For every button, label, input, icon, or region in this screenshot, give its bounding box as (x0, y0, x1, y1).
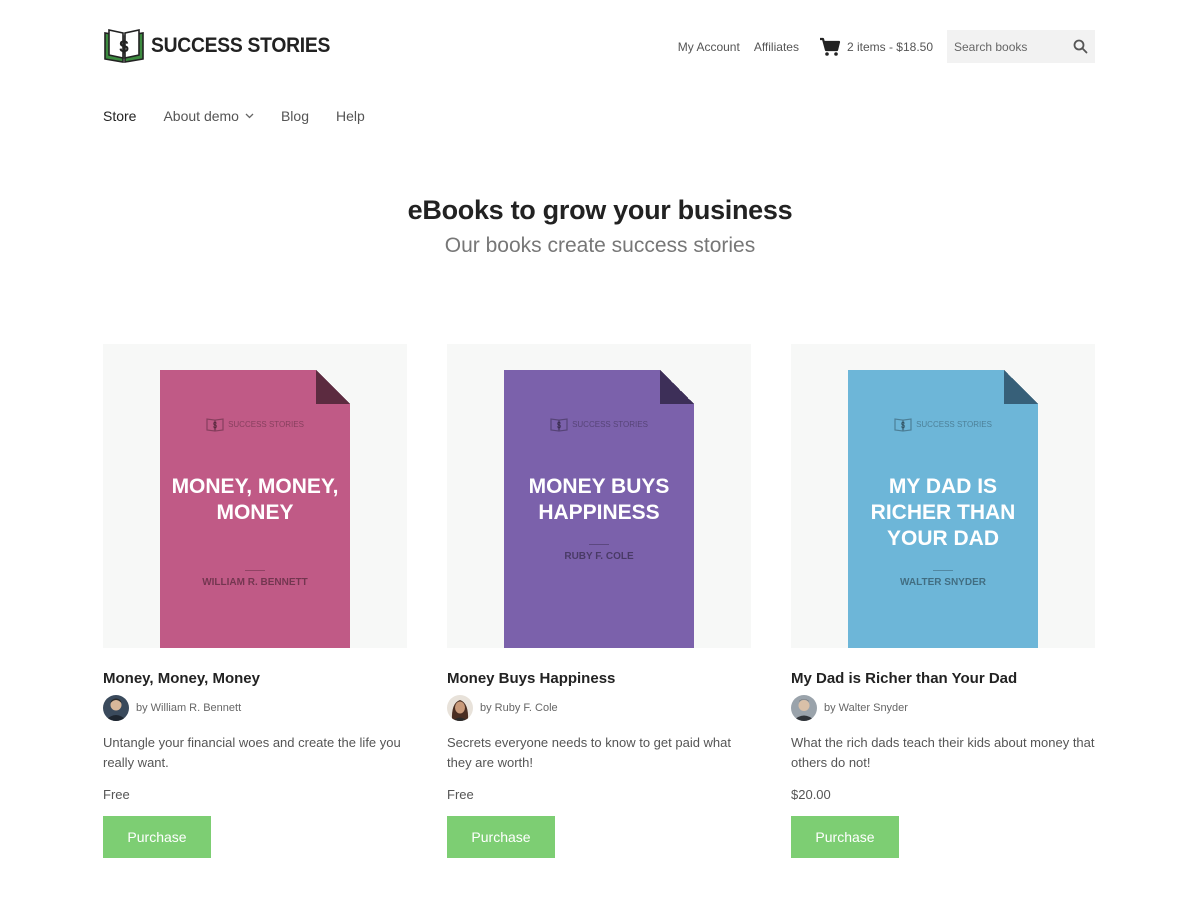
book-cover: $ SUCCESS STORIES MONEY BUYS HAPPINESS R… (504, 370, 694, 648)
book-dollar-icon: $ (894, 418, 912, 432)
cover-brand: $ SUCCESS STORIES (504, 416, 694, 432)
purchase-button[interactable]: Purchase (791, 816, 899, 858)
product-thumbnail[interactable]: $ SUCCESS STORIES MONEY, MONEY, MONEY WI… (103, 344, 407, 648)
product-thumbnail[interactable]: $ SUCCESS STORIES MY DAD IS RICHER THAN … (791, 344, 1095, 648)
brand-name: SUCCESS STORIES (151, 34, 331, 57)
product-card: $ SUCCESS STORIES MY DAD IS RICHER THAN … (791, 344, 1095, 858)
product-title[interactable]: Money Buys Happiness (447, 670, 751, 687)
author-avatar (103, 695, 129, 721)
chevron-down-icon (245, 113, 254, 119)
book-dollar-icon: $ (550, 418, 568, 432)
author-avatar (447, 695, 473, 721)
my-account-link[interactable]: My Account (678, 40, 740, 54)
cover-brand: $ SUCCESS STORIES (848, 416, 1038, 432)
product-thumbnail[interactable]: $ SUCCESS STORIES MONEY BUYS HAPPINESS R… (447, 344, 751, 648)
author-name: by Walter Snyder (824, 702, 908, 714)
cover-title: MONEY BUYS HAPPINESS (528, 475, 670, 524)
nav-store-label: Store (103, 108, 137, 124)
cover-page-fold (660, 370, 694, 404)
cart-summary[interactable]: 2 items - $18.50 (819, 37, 933, 57)
author-line: by William R. Bennett (103, 695, 407, 721)
book-dollar-icon: $ (104, 29, 144, 63)
nav-help[interactable]: Help (336, 108, 365, 124)
nav-store[interactable]: Store (103, 108, 136, 124)
cover-page-fold (1004, 370, 1038, 404)
book-cover: $ SUCCESS STORIES MONEY, MONEY, MONEY WI… (160, 370, 350, 648)
product-card: $ SUCCESS STORIES MONEY, MONEY, MONEY WI… (103, 344, 407, 858)
cover-author: WALTER SNYDER (900, 577, 986, 588)
nav-about-demo[interactable]: About demo (163, 108, 254, 124)
product-description: Untangle your financial woes and create … (103, 735, 401, 770)
site-logo[interactable]: $ SUCCESS STORIES (103, 26, 346, 66)
author-line: by Walter Snyder (791, 695, 1095, 721)
purchase-button[interactable]: Purchase (103, 816, 211, 858)
svg-text:$: $ (557, 421, 562, 430)
author-name: by William R. Bennett (136, 702, 242, 714)
affiliates-link[interactable]: Affiliates (754, 40, 799, 54)
purchase-button[interactable]: Purchase (447, 816, 555, 858)
cover-page-fold (316, 370, 350, 404)
author-line: by Ruby F. Cole (447, 695, 751, 721)
product-description: Secrets everyone needs to know to get pa… (447, 735, 732, 770)
svg-text:$: $ (213, 421, 218, 430)
search-icon[interactable] (1073, 39, 1088, 54)
site-header: $ SUCCESS STORIES My Account Affiliates … (103, 26, 1095, 66)
product-card: $ SUCCESS STORIES MONEY BUYS HAPPINESS R… (447, 344, 751, 858)
product-title[interactable]: Money, Money, Money (103, 670, 407, 687)
book-dollar-icon: $ (206, 418, 224, 432)
hero: eBooks to grow your business Our books c… (0, 195, 1200, 258)
cover-title: MONEY, MONEY, MONEY (171, 475, 339, 524)
search-box (947, 30, 1095, 63)
cover-title: MY DAD IS RICHER THAN YOUR DAD (870, 475, 1016, 550)
svg-text:$: $ (901, 421, 906, 430)
cart-summary-text: 2 items - $18.50 (846, 39, 933, 54)
product-description: What the rich dads teach their kids abou… (791, 735, 1095, 770)
cover-author: RUBY F. COLE (564, 551, 634, 562)
nav-blog[interactable]: Blog (281, 108, 309, 124)
author-name: by Ruby F. Cole (480, 702, 558, 714)
cover-brand-text: SUCCESS STORIES (228, 419, 304, 429)
nav-about-demo-label: About demo (163, 108, 239, 124)
hero-subtitle: Our books create success stories (444, 234, 756, 257)
main-navigation: Store About demo Blog Help (103, 108, 392, 124)
cover-author: WILLIAM R. BENNETT (202, 577, 308, 588)
svg-text:$: $ (119, 37, 129, 56)
cover-brand-text: SUCCESS STORIES (572, 419, 648, 429)
cover-divider (589, 544, 609, 545)
cover-divider (245, 570, 265, 571)
cart-icon (819, 37, 841, 56)
product-price: Free (103, 787, 130, 802)
hero-title: eBooks to grow your business (407, 195, 793, 225)
cover-brand-text: SUCCESS STORIES (916, 419, 992, 429)
nav-blog-label: Blog (280, 108, 309, 124)
product-price: $20.00 (791, 787, 831, 802)
cover-brand: $ SUCCESS STORIES (160, 416, 350, 432)
cover-divider (933, 570, 953, 571)
author-avatar (791, 695, 817, 721)
top-navigation: My Account Affiliates 2 items - $18.50 (678, 30, 1095, 63)
product-title[interactable]: My Dad is Richer than Your Dad (791, 670, 1095, 687)
product-price: Free (447, 787, 474, 802)
nav-help-label: Help (336, 108, 365, 124)
book-cover: $ SUCCESS STORIES MY DAD IS RICHER THAN … (848, 370, 1038, 648)
